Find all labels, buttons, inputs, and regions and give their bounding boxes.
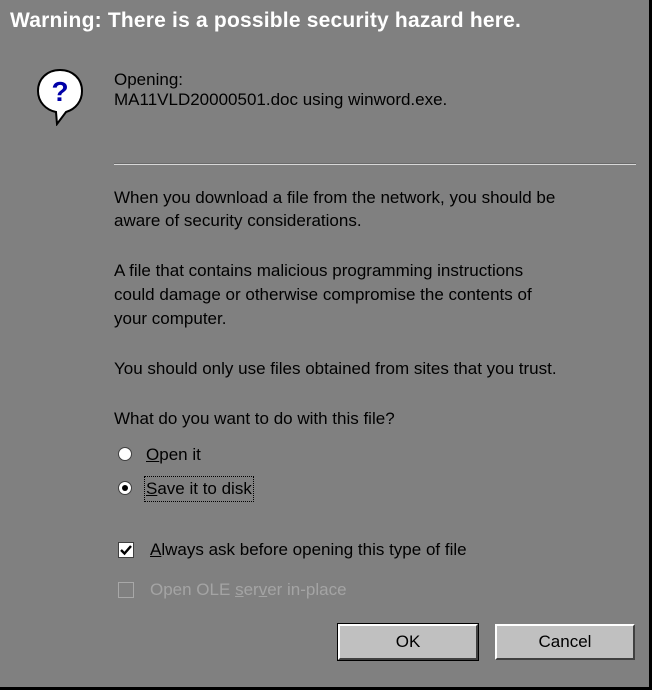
question-icon: ?	[36, 68, 84, 126]
save-it-mnemonic: S	[146, 479, 158, 498]
cancel-button[interactable]: Cancel	[495, 624, 635, 660]
title-bar[interactable]: Warning: There is a possible security ha…	[0, 0, 649, 42]
save-it-text: ave it to disk	[157, 479, 252, 498]
trust-text: You should only use files obtained from …	[114, 359, 557, 378]
open-it-radio[interactable]	[118, 447, 132, 461]
opening-file: MA11VLD20000501.doc using winword.exe.	[114, 90, 448, 109]
ole-server-checkbox[interactable]	[118, 582, 134, 598]
question-text: What do you want to do with this file?	[114, 409, 395, 428]
ole-server-label[interactable]: Open OLE server in-place	[150, 579, 347, 601]
radio-selected-dot	[122, 485, 128, 491]
info-para2-line2: could damage or otherwise compromise the…	[114, 285, 532, 304]
ok-button[interactable]: OK	[337, 623, 479, 661]
checkmark-icon	[120, 545, 132, 556]
ole-text-after: er in-place	[267, 580, 347, 599]
always-ask-label[interactable]: Always ask before opening this type of f…	[150, 539, 467, 561]
always-ask-checkbox[interactable]	[118, 542, 134, 558]
always-ask-text: lways ask before opening this type of fi…	[161, 540, 467, 559]
info-para2-line3: your computer.	[114, 309, 227, 328]
save-it-radio[interactable]	[118, 481, 132, 495]
svg-text:?: ?	[51, 76, 68, 107]
dialog-title: Warning: There is a possible security ha…	[10, 9, 522, 32]
open-it-label[interactable]: Open it	[146, 444, 201, 466]
separator	[114, 163, 636, 165]
ole-text-middle: er	[243, 580, 259, 599]
open-it-text: pen it	[159, 445, 201, 464]
open-it-mnemonic: O	[146, 445, 160, 464]
save-it-label[interactable]: Save it to disk	[144, 476, 254, 502]
ole-text-before: Open OLE	[150, 580, 236, 599]
info-para1-line1: When you download a file from the networ…	[114, 188, 556, 207]
security-warning-dialog: Warning: There is a possible security ha…	[0, 0, 652, 690]
info-para2-line1: A file that contains malicious programmi…	[114, 261, 524, 280]
info-para1-line2: aware of security considerations.	[114, 211, 362, 230]
ole-mnemonic-s: s	[235, 580, 244, 599]
always-ask-mnemonic: A	[150, 540, 162, 559]
opening-label: Opening:	[114, 70, 183, 89]
ole-mnemonic-v: v	[258, 580, 268, 599]
